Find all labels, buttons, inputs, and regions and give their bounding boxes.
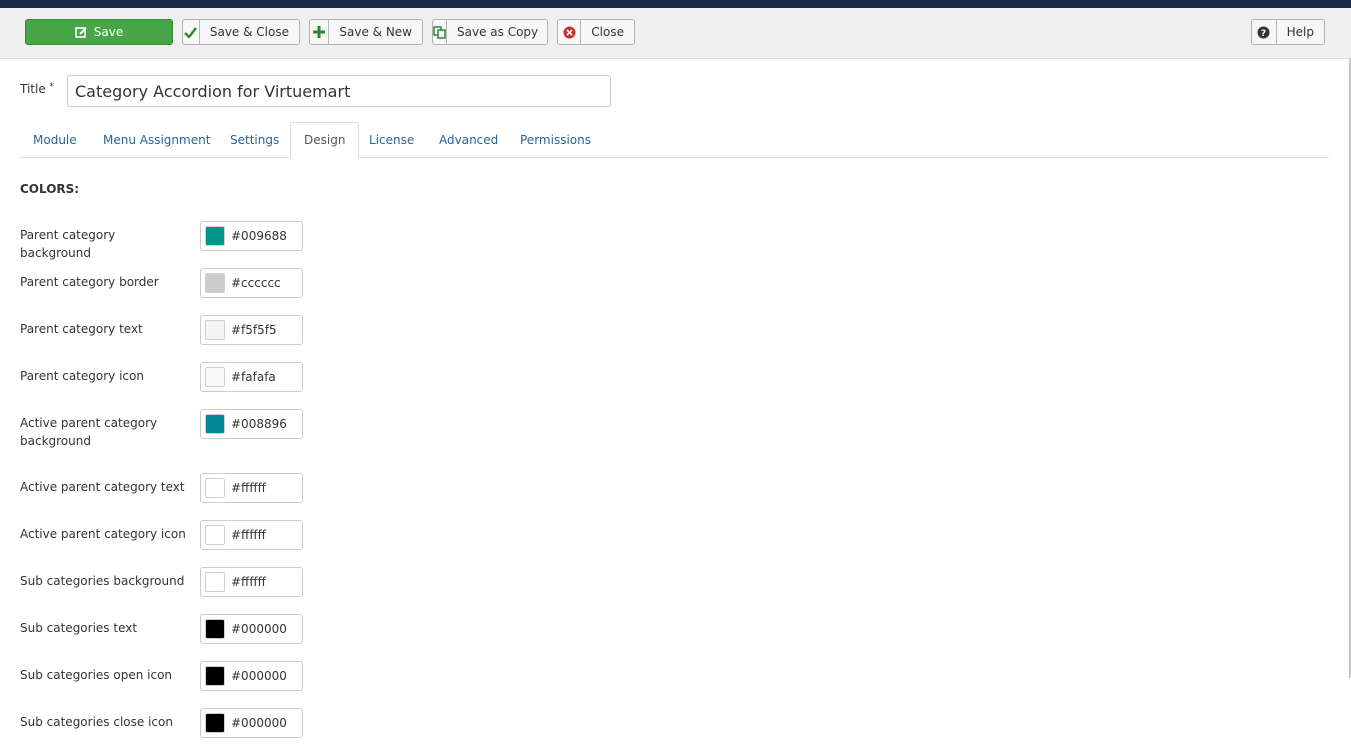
check-icon xyxy=(183,20,200,44)
help-button[interactable]: ? Help xyxy=(1251,19,1325,45)
title-label: Title * xyxy=(20,82,55,96)
close-icon xyxy=(558,20,582,44)
color-input[interactable]: #ffffff xyxy=(200,473,303,503)
edit-icon xyxy=(74,20,88,44)
save-new-label: Save & New xyxy=(339,25,412,39)
field-label: Parent category text xyxy=(20,322,143,336)
save-label: Save xyxy=(93,25,124,39)
field-label: Parent category border xyxy=(20,275,159,289)
color-swatch[interactable] xyxy=(205,478,225,498)
help-label: Help xyxy=(1286,25,1314,39)
field-label: Active parent category icon xyxy=(20,527,186,541)
close-label: Close xyxy=(591,25,624,39)
color-input[interactable]: #000000 xyxy=(200,708,303,738)
field-label: Parent category icon xyxy=(20,369,144,383)
color-swatch[interactable] xyxy=(205,525,225,545)
field-label: Active parent category text xyxy=(20,480,185,494)
field-label: Active parent category background xyxy=(20,416,158,448)
top-nav-bar xyxy=(0,0,1351,8)
color-value: #fafafa xyxy=(231,370,276,384)
color-input[interactable]: #cccccc xyxy=(200,268,303,298)
color-input[interactable]: #fafafa xyxy=(200,362,303,392)
color-value: #000000 xyxy=(231,716,287,730)
tab-license[interactable]: License xyxy=(356,122,427,157)
save-copy-button[interactable]: Save as Copy xyxy=(432,19,548,45)
title-value: Category Accordion for Virtuemart xyxy=(75,81,351,101)
color-value: #cccccc xyxy=(231,276,281,290)
tab-menu-assignment[interactable]: Menu Assignment xyxy=(90,122,223,157)
color-input[interactable]: #ffffff xyxy=(200,520,303,550)
color-value: #ffffff xyxy=(231,575,266,589)
svg-text:?: ? xyxy=(1261,29,1266,39)
tab-module[interactable]: Module xyxy=(20,122,90,157)
field-label: Parent category background xyxy=(20,228,116,260)
field-label: Sub categories open icon xyxy=(20,668,173,682)
color-swatch[interactable] xyxy=(205,713,225,733)
color-swatch[interactable] xyxy=(205,414,225,434)
color-value: #ffffff xyxy=(231,481,266,495)
save-close-label: Save & Close xyxy=(209,25,289,39)
color-swatch[interactable] xyxy=(205,572,225,592)
color-swatch[interactable] xyxy=(205,320,225,340)
question-icon: ? xyxy=(1252,20,1277,44)
field-label: Sub categories background xyxy=(20,574,185,588)
plus-icon xyxy=(310,20,330,44)
color-input[interactable]: #f5f5f5 xyxy=(200,315,303,345)
tab-bar: Module Menu Assignment Settings Design L… xyxy=(20,122,1329,158)
color-swatch[interactable] xyxy=(205,273,225,293)
field-label: Sub categories text xyxy=(20,621,138,635)
color-value: #009688 xyxy=(231,229,287,243)
color-swatch[interactable] xyxy=(205,367,225,387)
color-swatch[interactable] xyxy=(205,619,225,639)
close-button[interactable]: Close xyxy=(557,19,635,45)
color-input[interactable]: #009688 xyxy=(200,221,303,251)
save-close-button[interactable]: Save & Close xyxy=(182,19,300,45)
copy-icon xyxy=(433,20,447,44)
save-new-button[interactable]: Save & New xyxy=(309,19,423,45)
color-input[interactable]: #008896 xyxy=(200,409,303,439)
color-value: #000000 xyxy=(231,669,287,683)
required-mark: * xyxy=(49,82,55,92)
color-input[interactable]: #000000 xyxy=(200,614,303,644)
tab-advanced[interactable]: Advanced xyxy=(426,122,511,157)
color-value: #f5f5f5 xyxy=(231,323,277,337)
section-heading: COLORS: xyxy=(20,182,80,196)
tab-settings[interactable]: Settings xyxy=(217,122,292,157)
toolbar: Save Save & Close Save & New Save as Cop… xyxy=(0,8,1351,59)
color-swatch[interactable] xyxy=(205,226,225,246)
tab-permissions[interactable]: Permissions xyxy=(507,122,604,157)
color-value: #000000 xyxy=(231,622,287,636)
color-value: #ffffff xyxy=(231,528,266,542)
title-input[interactable]: Category Accordion for Virtuemart xyxy=(67,75,611,107)
field-label: Sub categories close icon xyxy=(20,715,173,729)
save-button[interactable]: Save xyxy=(25,19,173,45)
color-input[interactable]: #000000 xyxy=(200,661,303,691)
color-swatch[interactable] xyxy=(205,666,225,686)
save-copy-label: Save as Copy xyxy=(457,25,539,39)
tab-design[interactable]: Design xyxy=(290,122,360,158)
color-value: #008896 xyxy=(231,417,287,431)
color-input[interactable]: #ffffff xyxy=(200,567,303,597)
